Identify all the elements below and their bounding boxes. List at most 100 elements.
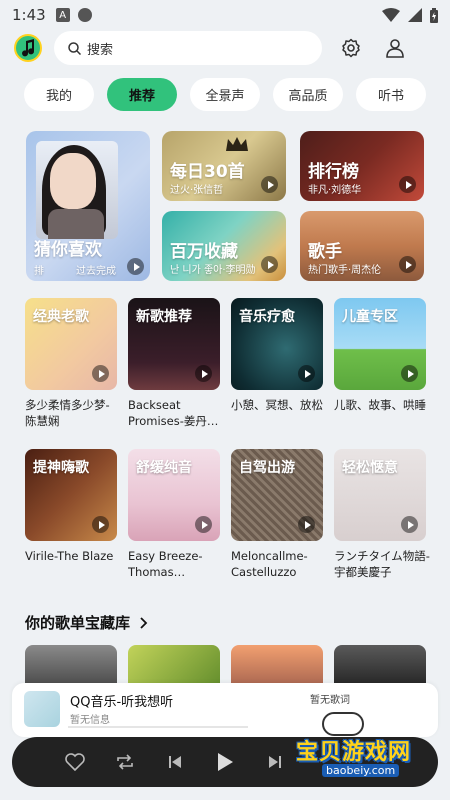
guess-sub-right: 过去完成 — [76, 266, 116, 277]
playlist-tag: 舒缓纯音 — [136, 460, 192, 476]
playlist-card[interactable]: 经典老歌 多少柔情多少梦-陈慧娴 — [25, 298, 117, 429]
profile-button[interactable] — [384, 37, 406, 59]
battery-icon — [430, 7, 438, 23]
playlist-cover: 儿童专区 — [334, 298, 426, 390]
crown-icon — [226, 137, 248, 151]
playlist-cover: 新歌推荐 — [128, 298, 220, 390]
playlist-play-icon[interactable] — [298, 516, 315, 533]
notification-a-icon: A — [55, 8, 70, 22]
playlist-play-icon[interactable] — [401, 365, 418, 382]
header: 搜索 — [0, 30, 450, 66]
playlist-card[interactable]: 新歌推荐 Backseat Promises-姜丹… — [128, 298, 220, 429]
chevron-right-icon — [140, 616, 148, 629]
playlist-tag: 儿童专区 — [342, 309, 398, 325]
daily-title: 每日30首 — [170, 162, 245, 182]
singer-sub: 热门歌手·周杰伦 — [308, 265, 382, 276]
now-playing-cover — [24, 691, 60, 727]
charts-play-icon[interactable] — [399, 176, 416, 193]
now-playing-title: QQ音乐-听我想听 — [70, 695, 174, 710]
search-placeholder: 搜索 — [87, 42, 114, 58]
guess-cover-image — [36, 141, 118, 239]
search-bar[interactable]: 搜索 — [54, 31, 322, 65]
guess-sub-left: 排 — [34, 266, 44, 277]
user-icon — [386, 39, 404, 58]
signal-icon — [408, 8, 422, 22]
playlist-tag: 轻松惬意 — [342, 460, 398, 476]
singer-card[interactable]: 歌手 热门歌手·周杰伦 — [300, 211, 424, 281]
playlist-card[interactable]: 音乐疗愈 小憩、冥想、放松 — [231, 298, 323, 413]
app-logo[interactable] — [14, 34, 42, 62]
status-time: 1:43 — [12, 6, 46, 24]
repeat-button[interactable] — [114, 751, 136, 773]
playlist-name: Meloncallme-Castelluzzo — [231, 549, 308, 579]
playlist-card[interactable]: 提神嗨歌 Virile-The Blaze — [25, 449, 117, 564]
guess-play-icon[interactable] — [127, 258, 144, 275]
playlist-name: 多少柔情多少梦-陈慧娴 — [25, 398, 110, 428]
charts-sub: 非凡·刘德华 — [308, 185, 362, 196]
playlist-card[interactable]: 自驾出游 Meloncallme-Castelluzzo — [231, 449, 323, 580]
playback-progress[interactable] — [68, 726, 248, 728]
category-tabs: 我的 推荐 全景声 高品质 听书 — [24, 78, 426, 111]
watermark-text: 宝贝游戏网 — [296, 740, 412, 765]
playlist-tag: 经典老歌 — [33, 309, 89, 325]
play-icon — [218, 753, 233, 771]
section-playlist-treasury[interactable]: 你的歌单宝藏库 — [25, 612, 148, 633]
daily-play-icon[interactable] — [261, 176, 278, 193]
playlist-name: 儿歌、故事、哄睡 — [334, 398, 426, 412]
playlist-card[interactable]: 轻松惬意 ランチタイム物語-宇都美慶子 — [334, 449, 430, 580]
playlist-play-icon[interactable] — [195, 516, 212, 533]
wifi-icon — [382, 8, 400, 22]
playlist-tag: 新歌推荐 — [136, 309, 192, 325]
previous-button[interactable] — [164, 751, 186, 773]
singer-title: 歌手 — [308, 242, 342, 262]
tab-high-quality[interactable]: 高品质 — [273, 78, 343, 111]
playlist-card[interactable]: 舒缓纯音 Easy Breeze-Thomas… — [128, 449, 220, 580]
search-icon — [68, 41, 81, 55]
playlist-tag: 提神嗨歌 — [33, 460, 89, 476]
settings-button[interactable] — [340, 37, 362, 59]
tab-spatial-audio[interactable]: 全景声 — [190, 78, 260, 111]
status-icons — [382, 7, 438, 23]
playlist-name: ランチタイム物語-宇都美慶子 — [334, 549, 430, 579]
daily-30-card[interactable]: 每日30首 过火·张信哲 — [162, 131, 286, 201]
guess-you-like-card[interactable]: 猜你喜欢 排 过去完成 — [26, 131, 150, 281]
playlist-name: 小憩、冥想、放松 — [231, 398, 323, 412]
previous-icon — [169, 756, 181, 768]
singer-play-icon[interactable] — [399, 256, 416, 273]
daily-sub: 过火·张信哲 — [170, 185, 224, 196]
guess-title: 猜你喜欢 — [34, 240, 102, 260]
music-note-icon — [22, 39, 35, 57]
playlist-card[interactable]: 儿童专区 儿歌、故事、哄睡 — [334, 298, 426, 413]
repeat-icon — [117, 754, 133, 770]
section-title: 你的歌单宝藏库 — [25, 614, 131, 632]
playlist-cover: 舒缓纯音 — [128, 449, 220, 541]
playlist-cover: 提神嗨歌 — [25, 449, 117, 541]
playlist-name: Easy Breeze-Thomas… — [128, 549, 203, 579]
watermark-url: baobeiy.com — [322, 764, 400, 777]
playlist-name: Backseat Promises-姜丹… — [128, 398, 219, 428]
playlist-cover: 自驾出游 — [231, 449, 323, 541]
playlist-play-icon[interactable] — [195, 365, 212, 382]
playlist-play-icon[interactable] — [298, 365, 315, 382]
playlist-play-icon[interactable] — [401, 516, 418, 533]
watermark: 宝贝游戏网 baobeiy.com — [276, 700, 440, 786]
playlist-play-icon[interactable] — [92, 516, 109, 533]
gamepad-icon — [322, 712, 364, 736]
million-title: 百万收藏 — [170, 242, 238, 262]
million-collection-card[interactable]: 百万收藏 난 니가 좋아·李明勋 — [162, 211, 286, 281]
playlist-tag: 自驾出游 — [239, 460, 295, 476]
playlist-play-icon[interactable] — [92, 365, 109, 382]
notification-dot-icon — [77, 8, 92, 22]
playlist-cover: 轻松惬意 — [334, 449, 426, 541]
million-play-icon[interactable] — [261, 256, 278, 273]
tab-recommend[interactable]: 推荐 — [107, 78, 177, 111]
like-button[interactable] — [64, 751, 86, 773]
status-bar: 1:43 A — [0, 0, 450, 30]
play-button[interactable] — [214, 751, 236, 773]
charts-title: 排行榜 — [308, 162, 359, 182]
million-sub: 난 니가 좋아·李明勋 — [170, 265, 256, 276]
tab-audiobooks[interactable]: 听书 — [356, 78, 426, 111]
playlist-tag: 音乐疗愈 — [239, 309, 295, 325]
tab-mine[interactable]: 我的 — [24, 78, 94, 111]
charts-card[interactable]: 排行榜 非凡·刘德华 — [300, 131, 424, 201]
